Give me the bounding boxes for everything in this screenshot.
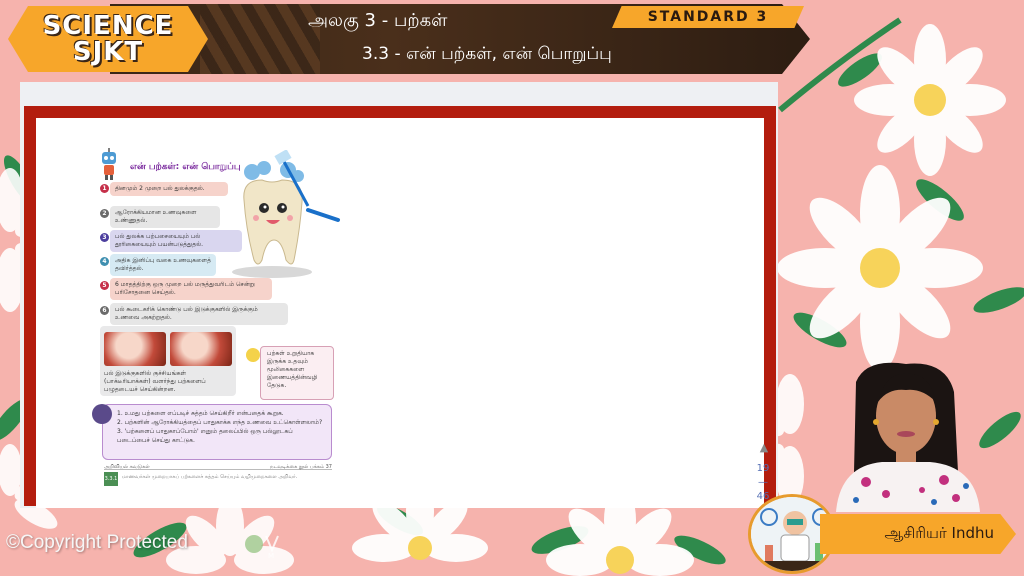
tooth-mascot-icon bbox=[232, 150, 340, 278]
step-1: தினமும் 2 முறை பல் துலக்குதல். bbox=[110, 182, 228, 196]
svg-text:M: M bbox=[268, 552, 274, 560]
teacher-name-banner: ஆசிரியர் Indhu bbox=[820, 514, 1016, 554]
herb-icon bbox=[246, 348, 260, 362]
tooth-decay-photo-2 bbox=[170, 332, 232, 366]
footer-right: நடவடிக்கை நூல் பக்கம் 37 bbox=[270, 464, 332, 470]
science-sjkt-logo: SCIENCE SJKT bbox=[8, 6, 208, 72]
header-banner: SCIENCE SJKT அலகு 3 - பற்கள் 3.3 - என் ப… bbox=[0, 0, 820, 78]
step-5: 6 மாதத்திற்கு ஒரு முறை பல் மருத்துவரிடம்… bbox=[110, 278, 272, 300]
page-current: 19 bbox=[756, 463, 770, 474]
standard-badge: STANDARD 3 bbox=[612, 6, 804, 28]
activity-item-3: 3. 'பற்களைப் பாதுகாப்போம்' எனும் தலைப்பி… bbox=[117, 428, 293, 444]
step-4: அதிக இனிப்பு வகை உணவுகளைத் தவிர்த்தல். bbox=[110, 254, 216, 276]
page-separator: — bbox=[758, 477, 768, 488]
footer-tag: 3.3.1 3.3.2 bbox=[104, 472, 118, 496]
activity-item-2: 2. பற்களின் ஆரோக்கியத்தைப் பாதுகாக்க எந்… bbox=[117, 419, 323, 426]
textbook-footer: அறிவியல் சுவடுகள் நடவடிக்கை நூல் பக்கம் … bbox=[104, 464, 332, 470]
step-2: ஆரோக்கியமான உணவுகளை உண்ணுதல். bbox=[110, 206, 220, 228]
step-badge-1: 1 bbox=[100, 184, 109, 193]
teacher-video bbox=[836, 362, 980, 512]
step-badge-5: 5 bbox=[100, 281, 109, 290]
copyright-notice: ©Copyright Protected bbox=[6, 532, 188, 553]
step-6: பல் கூடைகரிக் கொண்டு பல் இடுக்குகளில் இர… bbox=[110, 303, 288, 325]
watermark-logo-icon: M bbox=[245, 535, 279, 560]
step-badge-6: 6 bbox=[100, 306, 109, 315]
robot-mascot-icon bbox=[102, 148, 116, 180]
footer-left: அறிவியல் சுவடுகள் bbox=[104, 464, 150, 470]
step-badge-2: 2 bbox=[100, 209, 109, 218]
step-badge-3: 3 bbox=[100, 233, 109, 242]
lesson-title: 3.3 - என் பற்கள், என் பொறுப்பு bbox=[362, 44, 612, 64]
unit-title: அலகு 3 - பற்கள் bbox=[308, 10, 448, 31]
step-badge-4: 4 bbox=[100, 257, 109, 266]
activity-robot-icon bbox=[92, 404, 112, 424]
logo-line1: SCIENCE bbox=[42, 11, 174, 41]
research-note: பற்கள் உறுதியாக இருக்க உதவும் மூலிகைகளை … bbox=[260, 346, 334, 400]
footer-line: மாணவர்கள் முறையாகப் பற்களைச் சுத்தம் செய… bbox=[122, 474, 298, 480]
scroll-up-icon[interactable]: ▲ bbox=[758, 442, 770, 454]
activity-item-1: 1. உமது பற்களை எப்படிச் சுத்தம் செய்கிறீ… bbox=[117, 410, 284, 417]
header-stripes bbox=[200, 4, 320, 74]
logo-line2: SJKT bbox=[72, 37, 144, 67]
tooth-decay-photo-1 bbox=[104, 332, 166, 366]
photo-caption: பல் இடுக்குகளில் குச்சியங்கள் (பாக்டீரிய… bbox=[104, 370, 206, 393]
activity-box: 1. உமது பற்களை எப்படிச் சுத்தம் செய்கிறீ… bbox=[102, 404, 332, 460]
